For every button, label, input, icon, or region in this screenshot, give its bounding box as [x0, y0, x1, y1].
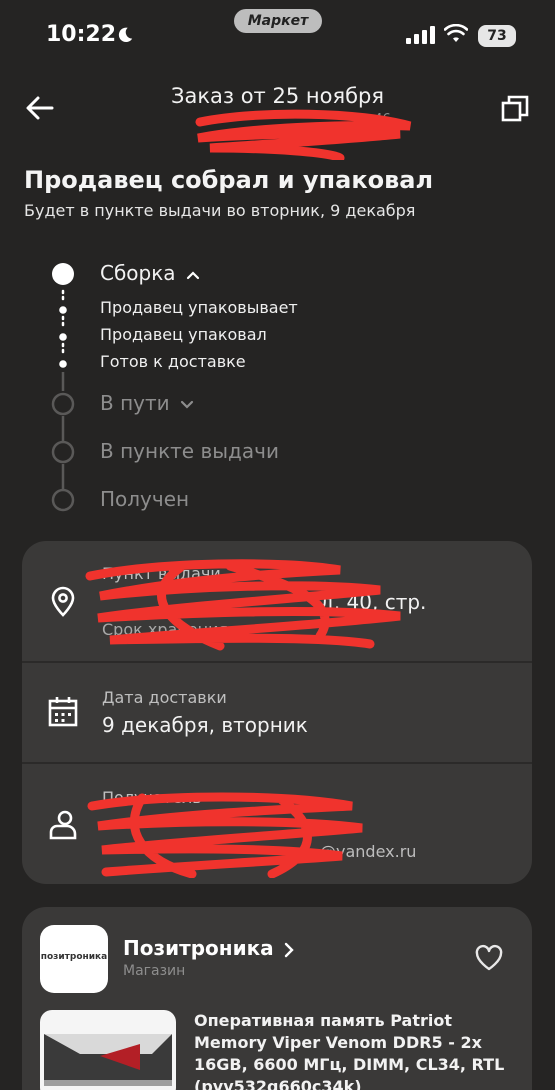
moon-icon [118, 27, 133, 43]
timeline-step: Продавец упаковал [100, 325, 267, 344]
brand-pill: Маркет [234, 9, 322, 33]
shop-name-link[interactable]: Позитроника [123, 936, 295, 960]
date-label: Дата доставки [102, 688, 227, 707]
divider [22, 762, 532, 764]
timeline-stage-received: Получен [100, 487, 190, 511]
product-code: (pvv532g660c34k) [194, 1077, 362, 1090]
timeline-step: Готов к доставке [100, 352, 246, 371]
redaction-scribble [85, 559, 401, 651]
redaction-scribble [195, 109, 412, 160]
status-time: 10:22 [46, 22, 117, 47]
stage-assembly-label: Сборка [100, 261, 176, 285]
stage-transit-label: В пути [100, 391, 170, 415]
shop-name: Позитроника [123, 936, 274, 960]
timeline-stage-assembly[interactable]: Сборка [100, 261, 200, 285]
shop-logo-text: позитроника [40, 952, 108, 962]
heart-icon[interactable] [474, 944, 504, 972]
chevron-down-icon [180, 400, 194, 409]
shop-kind: Магазин [123, 963, 186, 979]
status-subtitle: Будет в пункте выдачи во вторник, 9 дека… [24, 201, 416, 220]
product-title[interactable]: Оперативная память Patriot Memory Viper … [194, 1010, 524, 1090]
divider [22, 661, 532, 663]
ram-module-image [44, 1034, 172, 1086]
date-value: 9 декабря, вторник [102, 713, 308, 737]
chevron-up-icon [186, 270, 200, 279]
wifi-icon [444, 24, 468, 42]
product-title-text: Оперативная память Patriot Memory Viper … [194, 1011, 505, 1074]
calendar-icon [48, 697, 78, 727]
redaction-scribble [87, 792, 363, 878]
timeline-stage-pickup: В пункте выдачи [100, 439, 279, 463]
battery-indicator: 73 [478, 25, 516, 47]
status-title: Продавец собрал и упаковал [24, 166, 434, 194]
chevron-right-icon [284, 942, 294, 957]
person-icon [49, 810, 77, 840]
location-pin-icon [51, 586, 75, 617]
copy-icon[interactable] [500, 94, 530, 124]
timeline-step: Продавец упаковывает [100, 298, 298, 317]
timeline-stage-transit[interactable]: В пути [100, 391, 194, 415]
timeline-track [51, 263, 75, 512]
product-image[interactable] [40, 1010, 176, 1090]
signal-icon [406, 26, 435, 44]
